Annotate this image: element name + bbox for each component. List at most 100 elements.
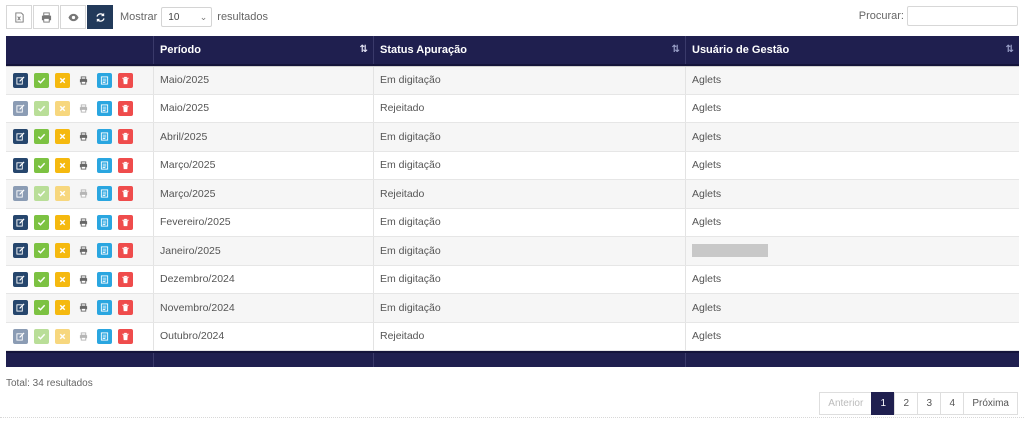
reject-button[interactable] — [55, 271, 70, 287]
divider — [0, 417, 1024, 418]
edit-button[interactable] — [13, 72, 28, 88]
edit-button[interactable] — [13, 157, 28, 173]
reject-button[interactable] — [55, 186, 70, 202]
print-row-button[interactable] — [76, 129, 91, 144]
document-button[interactable] — [97, 328, 112, 344]
delete-button[interactable] — [118, 328, 133, 344]
reject-button[interactable] — [55, 300, 70, 316]
page-size-select[interactable]: 10 ⌄ — [161, 7, 213, 27]
print-row-button[interactable] — [76, 186, 91, 201]
document-button[interactable] — [97, 72, 112, 88]
edit-button[interactable] — [13, 243, 28, 259]
previous-page-button[interactable]: Anterior — [819, 392, 873, 415]
delete-button[interactable] — [118, 214, 133, 230]
print-row-button[interactable] — [76, 158, 91, 173]
delete-button[interactable] — [118, 271, 133, 287]
edit-button[interactable] — [13, 271, 28, 287]
cell-usuario: Aglets — [692, 130, 722, 143]
print-button[interactable] — [33, 5, 59, 29]
delete-button[interactable] — [118, 300, 133, 316]
approve-button[interactable] — [34, 157, 49, 173]
table-row: Março/2025 Rejeitado Aglets — [6, 180, 1019, 209]
document-button[interactable] — [97, 214, 112, 230]
edit-icon — [16, 275, 25, 284]
print-row-button[interactable] — [76, 272, 91, 287]
cell-periodo: Maio/2025 — [154, 67, 374, 94]
reject-button[interactable] — [55, 243, 70, 259]
approve-button[interactable] — [34, 100, 49, 116]
reject-button[interactable] — [55, 129, 70, 145]
page-button-2[interactable]: 2 — [894, 392, 919, 415]
document-button[interactable] — [97, 243, 112, 259]
cell-periodo: Dezembro/2024 — [154, 265, 374, 293]
delete-button[interactable] — [118, 129, 133, 145]
column-header-periodo[interactable]: Período ⇅ — [154, 36, 374, 64]
close-icon — [59, 333, 66, 340]
reject-button[interactable] — [55, 157, 70, 173]
approve-button[interactable] — [34, 186, 49, 202]
document-button[interactable] — [97, 271, 112, 287]
reject-button[interactable] — [55, 328, 70, 344]
cell-usuario: Aglets — [692, 102, 722, 115]
delete-button[interactable] — [118, 100, 133, 116]
search-input[interactable] — [907, 6, 1018, 26]
approve-button[interactable] — [34, 271, 49, 287]
print-row-button[interactable] — [76, 73, 91, 88]
row-actions — [6, 322, 154, 350]
document-button[interactable] — [97, 100, 112, 116]
delete-button[interactable] — [118, 186, 133, 202]
print-row-button[interactable] — [76, 329, 91, 344]
approve-button[interactable] — [34, 214, 49, 230]
print-icon — [79, 132, 88, 141]
delete-button[interactable] — [118, 157, 133, 173]
page-button-1[interactable]: 1 — [871, 392, 896, 415]
refresh-icon — [95, 12, 105, 22]
reject-button[interactable] — [55, 100, 70, 116]
reject-button[interactable] — [55, 214, 70, 230]
approve-button[interactable] — [34, 129, 49, 145]
column-header-status[interactable]: Status Apuração ⇅ — [374, 36, 686, 64]
print-row-button[interactable] — [76, 101, 91, 116]
view-button[interactable] — [60, 5, 86, 29]
page-button-4[interactable]: 4 — [940, 392, 965, 415]
document-button[interactable] — [97, 186, 112, 202]
print-row-button[interactable] — [76, 243, 91, 258]
trash-icon — [122, 104, 129, 112]
check-icon — [37, 134, 46, 141]
refresh-button[interactable] — [87, 5, 113, 29]
edit-button[interactable] — [13, 100, 28, 116]
print-icon — [79, 246, 88, 255]
edit-button[interactable] — [13, 328, 28, 344]
page-button-3[interactable]: 3 — [917, 392, 942, 415]
print-row-button[interactable] — [76, 300, 91, 315]
print-row-button[interactable] — [76, 215, 91, 230]
edit-button[interactable] — [13, 129, 28, 145]
trash-icon — [122, 161, 129, 169]
table-row: Maio/2025 Rejeitado Aglets — [6, 94, 1019, 123]
cell-usuario: Aglets — [692, 330, 722, 343]
document-icon — [100, 104, 109, 113]
approve-button[interactable] — [34, 72, 49, 88]
cell-status: Em digitação — [374, 151, 686, 179]
edit-button[interactable] — [13, 214, 28, 230]
check-icon — [37, 219, 46, 226]
edit-button[interactable] — [13, 186, 28, 202]
column-header-usuario[interactable]: Usuário de Gestão ⇅ — [686, 36, 1019, 64]
document-button[interactable] — [97, 157, 112, 173]
reject-button[interactable] — [55, 72, 70, 88]
delete-button[interactable] — [118, 72, 133, 88]
cell-status: Em digitação — [374, 294, 686, 322]
close-icon — [59, 190, 66, 197]
edit-icon — [16, 161, 25, 170]
document-icon — [100, 246, 109, 255]
delete-button[interactable] — [118, 243, 133, 259]
next-page-button[interactable]: Próxima — [963, 392, 1018, 415]
document-button[interactable] — [97, 300, 112, 316]
edit-button[interactable] — [13, 300, 28, 316]
cell-usuario — [686, 237, 1019, 265]
excel-export-button[interactable] — [6, 5, 32, 29]
approve-button[interactable] — [34, 328, 49, 344]
approve-button[interactable] — [34, 300, 49, 316]
approve-button[interactable] — [34, 243, 49, 259]
document-button[interactable] — [97, 129, 112, 145]
